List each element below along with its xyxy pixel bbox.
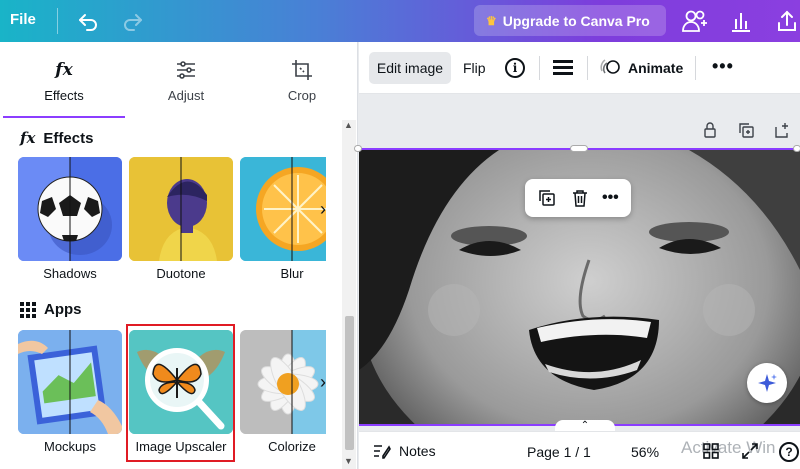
upload-icon[interactable] xyxy=(774,7,800,35)
redo-icon[interactable] xyxy=(121,9,145,33)
resize-handle-top-right[interactable] xyxy=(793,145,800,152)
section-title-label: Apps xyxy=(44,301,82,318)
fx-icon: fx xyxy=(20,129,36,147)
edit-image-button[interactable]: Edit image xyxy=(369,52,451,84)
notes-label: Notes xyxy=(399,443,436,459)
section-title-apps: Apps xyxy=(20,301,82,318)
bar-chart-icon[interactable] xyxy=(728,7,754,35)
soccer-ball-image xyxy=(18,157,122,261)
effect-label: Duotone xyxy=(156,266,206,281)
animate-button[interactable]: Animate xyxy=(600,58,683,78)
more-options-button[interactable]: ••• xyxy=(712,56,734,77)
resize-handle-top[interactable] xyxy=(570,145,588,152)
notes-button[interactable]: Notes xyxy=(373,443,436,459)
active-tab-indicator xyxy=(3,116,125,118)
tab-label: Crop xyxy=(287,87,317,103)
more-options-icon[interactable]: ••• xyxy=(602,189,619,207)
page-actions xyxy=(701,121,791,139)
notes-icon xyxy=(374,445,391,459)
fullscreen-icon[interactable] xyxy=(741,442,759,460)
animate-icon xyxy=(600,59,620,74)
image-toolbar: Edit image Flip i Animate ••• xyxy=(359,42,800,94)
lock-icon[interactable] xyxy=(701,121,719,139)
scrollbar-thumb[interactable] xyxy=(345,316,354,450)
fx-icon: fx xyxy=(55,59,73,80)
flip-button[interactable]: Flip xyxy=(463,60,486,76)
share-people-icon[interactable] xyxy=(680,7,710,35)
portrait-image xyxy=(129,157,233,261)
app-label: Mockups xyxy=(43,439,97,454)
undo-icon[interactable] xyxy=(76,9,100,33)
scrollbar[interactable]: ▲ ▼ xyxy=(342,120,356,469)
divider xyxy=(695,56,696,80)
tab-crop[interactable]: Crop xyxy=(241,42,363,118)
help-icon[interactable]: ? xyxy=(779,442,799,462)
duplicate-page-icon[interactable] xyxy=(737,121,755,139)
page-indicator[interactable]: Page 1 / 1 xyxy=(527,444,591,460)
line-weight-icon[interactable] xyxy=(553,59,573,77)
bottom-bar: Notes Page 1 / 1 56% Activate Win ? xyxy=(359,431,800,469)
apps-grid-icon xyxy=(20,301,36,318)
upgrade-label: Upgrade to Canva Pro xyxy=(502,12,650,29)
mockups-image xyxy=(18,330,122,434)
app-mockups-thumb[interactable] xyxy=(18,330,122,434)
context-menu: ••• xyxy=(525,179,631,217)
resize-handle-top-left[interactable] xyxy=(354,145,362,152)
copy-icon[interactable] xyxy=(537,188,557,208)
upgrade-button[interactable]: ♛ Upgrade to Canva Pro xyxy=(474,5,666,36)
canvas-area: ••• ⌃ xyxy=(354,95,800,432)
scroll-up-icon[interactable]: ▲ xyxy=(344,120,353,130)
tab-label: Adjust xyxy=(167,87,205,103)
animate-label: Animate xyxy=(628,60,684,76)
grid-view-icon[interactable] xyxy=(703,443,719,459)
section-title-effects: fx Effects xyxy=(20,129,93,147)
tab-label: Effects xyxy=(44,87,84,103)
divider xyxy=(587,56,588,80)
top-bar: File ♛ Upgrade to Canva Pro xyxy=(0,0,800,42)
divider xyxy=(539,56,540,80)
activate-windows-watermark: Activate Win xyxy=(681,438,776,457)
sliders-icon xyxy=(177,60,195,79)
tab-effects[interactable]: fx Effects xyxy=(3,42,125,118)
zoom-level[interactable]: 56% xyxy=(631,444,659,460)
sparkle-icon xyxy=(758,374,777,392)
effect-label: Shadows xyxy=(43,266,97,281)
crown-icon: ♛ xyxy=(486,13,497,28)
tab-adjust[interactable]: Adjust xyxy=(125,42,247,118)
magic-assistant-button[interactable] xyxy=(747,363,787,403)
file-menu[interactable]: File xyxy=(10,11,36,28)
app-label: Colorize xyxy=(268,439,316,454)
effect-label: Blur xyxy=(280,266,304,281)
divider xyxy=(57,8,58,34)
highlight-box-image-upscaler xyxy=(126,324,235,462)
effect-duotone-thumb[interactable] xyxy=(129,157,233,261)
effect-shadows-thumb[interactable] xyxy=(18,157,122,261)
chevron-right-icon[interactable]: › xyxy=(310,157,336,261)
add-page-icon[interactable] xyxy=(773,121,791,139)
info-icon[interactable]: i xyxy=(505,58,525,78)
chevron-right-icon[interactable]: › xyxy=(310,330,336,434)
scroll-down-icon[interactable]: ▼ xyxy=(344,456,353,466)
crop-icon xyxy=(292,59,312,80)
section-title-label: Effects xyxy=(43,129,94,147)
trash-icon[interactable] xyxy=(570,188,590,208)
